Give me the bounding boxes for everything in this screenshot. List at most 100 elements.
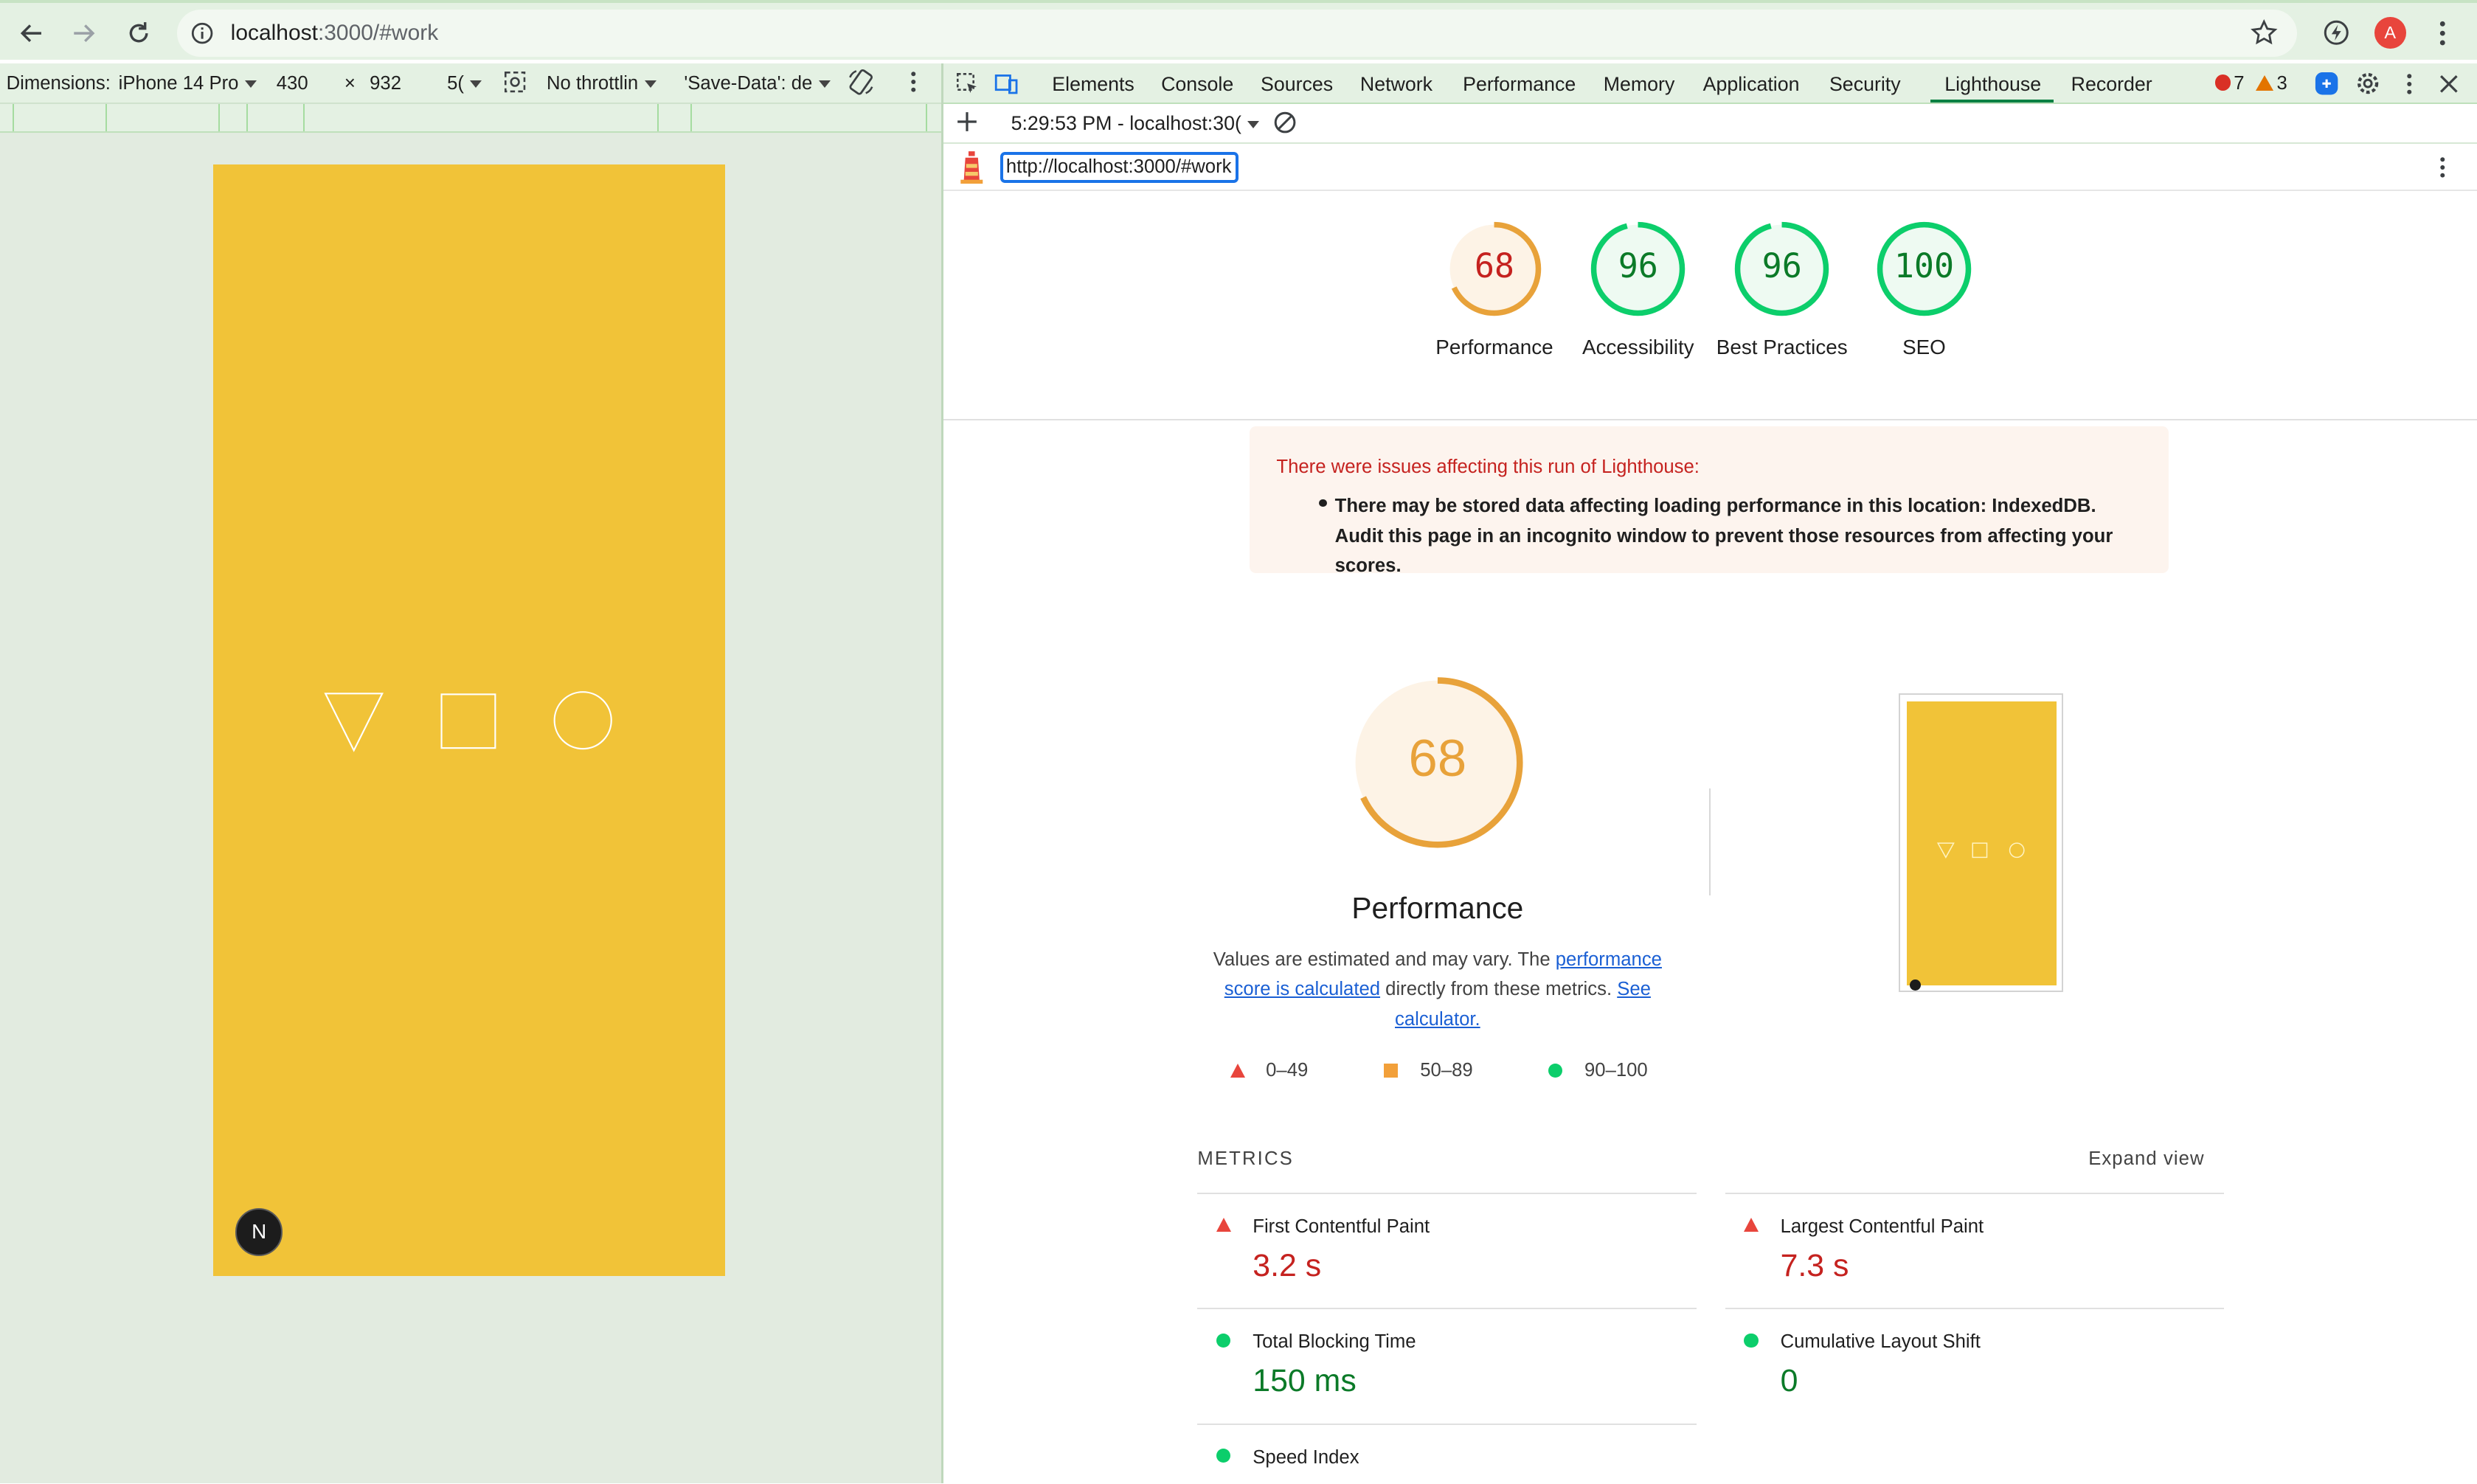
gauge-score[interactable]: 96 xyxy=(1587,246,1688,285)
save-data-select[interactable]: 'Save-Data': de xyxy=(684,73,831,94)
address-url[interactable]: localhost:3000/#work xyxy=(231,21,439,46)
capture-screenshot-icon[interactable] xyxy=(502,69,527,100)
media-query-bar[interactable] xyxy=(0,104,942,133)
metric-label: Largest Contentful Paint xyxy=(1780,1216,1984,1238)
gauge-score[interactable]: 96 xyxy=(1731,246,1832,285)
device-toolbar-menu-icon[interactable] xyxy=(910,71,917,98)
warning-message: There may be stored data affecting loadi… xyxy=(1334,496,2113,577)
device-name: iPhone 14 Pro xyxy=(118,72,239,94)
report-selector-value: 5:29:53 PM - localhost:30( xyxy=(1011,112,1241,135)
report-url-link[interactable]: http://localhost:3000/#work xyxy=(1000,151,1238,184)
zoom-value: 5( xyxy=(447,72,464,94)
url-host: localhost xyxy=(230,20,318,45)
media-query-segment[interactable] xyxy=(303,104,305,131)
average-square-icon xyxy=(1384,1063,1399,1078)
bookmark-star-icon[interactable] xyxy=(2250,18,2279,47)
thumbnail-screen xyxy=(1906,701,2057,991)
media-query-segment[interactable] xyxy=(105,104,108,131)
device-toggle-icon[interactable] xyxy=(994,71,1019,96)
address-bar[interactable]: localhost:3000/#work xyxy=(176,9,2297,57)
performance-extension-icon[interactable] xyxy=(2321,17,2352,49)
site-info-icon[interactable] xyxy=(190,21,215,46)
tab-performance[interactable]: Performance xyxy=(1463,73,1576,96)
nextjs-dev-indicator[interactable]: N xyxy=(235,1208,283,1256)
emulated-phone-screen[interactable]: N xyxy=(213,164,725,1277)
metric-value: 7.3 s xyxy=(1780,1247,1849,1283)
media-query-segment[interactable] xyxy=(218,104,220,131)
throttling-value: No throttlin xyxy=(546,72,639,94)
legend-fail: 0–49 xyxy=(1230,1060,1308,1081)
report-selector[interactable]: 5:29:53 PM - localhost:30( xyxy=(1011,112,1260,135)
ai-assistance-icon[interactable] xyxy=(2314,71,2339,96)
metric-divider xyxy=(1725,1192,2225,1195)
report-menu-icon[interactable] xyxy=(2439,156,2446,185)
dimensions-label: Dimensions: xyxy=(6,72,111,94)
browser-menu-icon[interactable] xyxy=(2426,17,2458,49)
media-query-segment[interactable] xyxy=(690,104,692,131)
gauge-label[interactable]: Best Practices xyxy=(1703,333,1861,362)
fail-triangle-icon xyxy=(1216,1218,1232,1232)
tab-lighthouse[interactable]: Lighthouse xyxy=(1944,73,2041,96)
performance-title: Performance xyxy=(1351,890,1524,925)
tab-elements[interactable]: Elements xyxy=(1052,73,1134,96)
thumbnail-shapes xyxy=(1937,842,2026,859)
close-devtools-icon[interactable] xyxy=(2436,71,2461,96)
device-select[interactable]: iPhone 14 Pro xyxy=(119,73,257,94)
metric-label: Cumulative Layout Shift xyxy=(1780,1331,1981,1353)
legend-average-label: 50–89 xyxy=(1420,1060,1473,1081)
gauge-score[interactable]: 68 xyxy=(1444,246,1545,285)
tab-security[interactable]: Security xyxy=(1829,73,1901,96)
media-query-segment[interactable] xyxy=(657,104,659,131)
tab-recorder[interactable]: Recorder xyxy=(2071,73,2152,96)
tab-memory[interactable]: Memory xyxy=(1604,73,1675,96)
metric-label: Speed Index xyxy=(1253,1446,1359,1468)
gauge-label[interactable]: SEO xyxy=(1845,333,2003,362)
forward-icon[interactable] xyxy=(66,15,101,50)
panel-divider[interactable] xyxy=(941,63,943,1483)
width-input[interactable]: 430 xyxy=(277,73,308,94)
back-icon[interactable] xyxy=(14,15,49,50)
new-report-plus-icon[interactable] xyxy=(956,111,978,138)
metric-divider xyxy=(1725,1308,2225,1310)
final-screenshot-thumbnail[interactable] xyxy=(1899,693,2063,992)
clear-reports-icon[interactable] xyxy=(1273,111,1297,139)
devtools-tabbar: Elements Console Sources Network Perform… xyxy=(943,63,2477,105)
zoom-select[interactable]: 5( xyxy=(447,73,482,94)
media-query-segment[interactable] xyxy=(13,104,14,131)
media-query-segment[interactable] xyxy=(925,104,927,131)
warning-icon xyxy=(2256,75,2274,91)
metric-value: 3.2 s xyxy=(1253,1247,1322,1283)
performance-big-score: 68 xyxy=(1408,729,1467,788)
legend-average: 50–89 xyxy=(1384,1060,1473,1081)
inspect-element-icon[interactable] xyxy=(955,71,980,96)
error-counter[interactable]: 7 xyxy=(2214,73,2245,94)
tab-application[interactable]: Application xyxy=(1703,73,1800,96)
gauge-score[interactable]: 100 xyxy=(1874,246,1975,285)
url-path: :3000/#work xyxy=(317,20,439,45)
tab-sources[interactable]: Sources xyxy=(1261,73,1333,96)
profile-avatar[interactable]: A xyxy=(2374,17,2406,49)
reload-icon[interactable] xyxy=(122,15,156,50)
thumbnail-badge xyxy=(1910,979,1922,991)
metric-label: Total Blocking Time xyxy=(1253,1331,1416,1353)
throttling-select[interactable]: No throttlin xyxy=(547,73,657,94)
gauge-label[interactable]: Accessibility xyxy=(1559,333,1717,362)
chevron-down-icon xyxy=(644,80,657,88)
warning-counter[interactable]: 3 xyxy=(2256,73,2287,94)
rotate-icon[interactable] xyxy=(847,68,876,102)
vertical-divider xyxy=(1709,788,1711,896)
devtools-menu-icon[interactable] xyxy=(2397,71,2422,96)
height-input[interactable]: 932 xyxy=(370,73,401,94)
lighthouse-toolbar: 5:29:53 PM - localhost:30( xyxy=(943,104,2477,144)
expand-view-toggle[interactable]: Expand view xyxy=(2088,1148,2204,1170)
metric-value: 150 ms xyxy=(1253,1363,1357,1399)
pass-circle-icon xyxy=(1216,1333,1231,1348)
media-query-segment[interactable] xyxy=(246,104,248,131)
tab-network[interactable]: Network xyxy=(1360,73,1432,96)
performance-description: Values are estimated and may vary. The p… xyxy=(1201,945,1674,1035)
tab-console[interactable]: Console xyxy=(1161,73,1233,96)
gauge-label[interactable]: Performance xyxy=(1416,333,1573,362)
section-divider xyxy=(943,418,2477,420)
settings-gear-icon[interactable] xyxy=(2355,71,2380,96)
device-toolbar: Dimensions: iPhone 14 Pro 430 × 932 5( N… xyxy=(0,63,942,105)
